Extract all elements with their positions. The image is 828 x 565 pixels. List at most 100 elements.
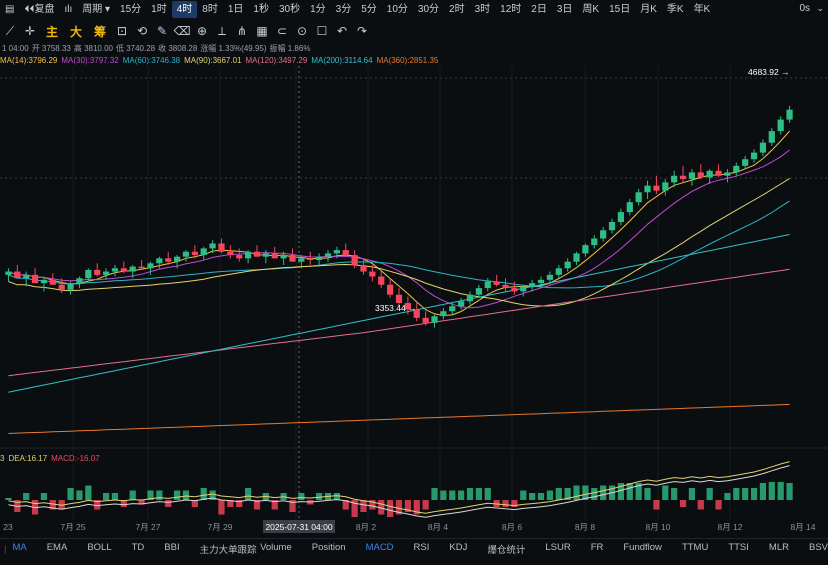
- macd-bar: [742, 488, 749, 500]
- indicator-button-1[interactable]: 大: [64, 23, 88, 40]
- x-tick-label: 8月 6: [502, 522, 523, 532]
- x-tick-label: 2025-07-31 04:00: [265, 522, 332, 532]
- macd-bar: [165, 500, 172, 507]
- macd-bar: [102, 493, 110, 500]
- lock-icon[interactable]: ⊕: [192, 22, 212, 40]
- high-price-annotation: 4683.92 →: [748, 67, 790, 77]
- interval-14[interactable]: 12时: [495, 1, 526, 18]
- candle-body: [236, 255, 243, 259]
- indicator-button-0[interactable]: 主: [40, 23, 64, 40]
- interval-1[interactable]: 1时: [146, 1, 172, 18]
- text-icon[interactable]: ☐: [312, 22, 332, 40]
- candle-body: [715, 170, 722, 176]
- candle-body: [742, 159, 749, 166]
- top-toolbar: ▤ ⏴⏴复盘 ılı 周期 ▾ 15分 1时 4时 8时 1日 1秒 30秒 1分 3分 5分 10…: [0, 0, 828, 19]
- tab-sub-0[interactable]: Volume: [260, 542, 292, 556]
- ma-legend-item: MA(14):3796.29: [0, 55, 58, 65]
- ruler-icon[interactable]: ⟂: [212, 22, 232, 40]
- eraser-icon[interactable]: ⌫: [172, 22, 192, 40]
- period-button[interactable]: 周期 ▾: [77, 1, 115, 18]
- candle-body: [138, 266, 145, 269]
- interval-16[interactable]: 3日: [552, 1, 578, 18]
- interval-3[interactable]: 8时: [197, 1, 223, 18]
- interval-2[interactable]: 4时: [171, 1, 198, 18]
- macd-bar: [475, 488, 482, 500]
- candlestick-series: [5, 105, 793, 328]
- candle-body: [129, 266, 136, 272]
- indicator-icon[interactable]: ⋔: [232, 22, 252, 40]
- fit-icon[interactable]: ⊡: [112, 22, 132, 40]
- macd-bar: [200, 488, 207, 500]
- tab-main-1[interactable]: EMA: [47, 542, 68, 556]
- tab-sub-8[interactable]: Fundflow: [623, 542, 662, 556]
- candle-body: [40, 279, 48, 284]
- menu-icon[interactable]: ▤: [0, 1, 19, 18]
- tab-sub-6[interactable]: LSUR: [545, 542, 570, 556]
- interval-19[interactable]: 月K: [635, 1, 662, 18]
- candle-body: [449, 306, 456, 312]
- interval-13[interactable]: 3时: [470, 1, 496, 18]
- interval-8[interactable]: 3分: [331, 1, 357, 18]
- tab-sub-3[interactable]: RSI: [414, 542, 430, 556]
- candle-body: [271, 253, 278, 259]
- line-tool-icon[interactable]: ⟋: [0, 22, 20, 40]
- tab-main-5[interactable]: 主力大单跟踪: [200, 542, 257, 556]
- magnet-icon[interactable]: ⊂: [272, 22, 292, 40]
- tab-sub-10[interactable]: TTSI: [728, 542, 749, 556]
- macd-bar: [244, 488, 252, 500]
- tab-main-0[interactable]: MA: [12, 542, 26, 556]
- interval-18[interactable]: 15日: [604, 1, 635, 18]
- candle-body: [351, 255, 358, 265]
- ma-line-6: [8, 403, 790, 434]
- interval-7[interactable]: 1分: [305, 1, 331, 18]
- undo-icon[interactable]: ↶: [332, 22, 352, 40]
- interval-15[interactable]: 2日: [526, 1, 552, 18]
- link-icon[interactable]: ⟲: [132, 22, 152, 40]
- interval-5[interactable]: 1秒: [248, 1, 274, 18]
- tab-main-3[interactable]: TD: [132, 542, 145, 556]
- restore-button[interactable]: ⏴⏴复盘: [19, 1, 59, 18]
- candle-body: [182, 251, 190, 257]
- candle-body: [600, 230, 607, 239]
- interval-11[interactable]: 30分: [413, 1, 444, 18]
- tab-sub-5[interactable]: 爆仓统计: [487, 542, 525, 556]
- interval-12[interactable]: 2时: [444, 1, 470, 18]
- tab-sub-7[interactable]: FR: [591, 542, 604, 556]
- redo-icon[interactable]: ↷: [352, 22, 372, 40]
- candle-body: [120, 268, 127, 272]
- template-icon[interactable]: ▦: [252, 22, 272, 40]
- tab-sub-9[interactable]: TTMU: [682, 542, 708, 556]
- interval-0[interactable]: 15分: [115, 1, 146, 18]
- interval-21[interactable]: 年K: [689, 1, 716, 18]
- interval-6[interactable]: 30秒: [274, 1, 305, 18]
- interval-9[interactable]: 5分: [356, 1, 382, 18]
- chart-canvas[interactable]: 23 7月 25 7月 27 7月 29 2025-07-31 04:00 8月 2 8月 …: [0, 0, 828, 565]
- interval-20[interactable]: 季K: [662, 1, 689, 18]
- tab-sub-4[interactable]: KDJ: [449, 542, 467, 556]
- interval-4[interactable]: 1日: [223, 1, 249, 18]
- chevron-down-icon[interactable]: ⌄: [816, 3, 824, 14]
- pin-icon[interactable]: ⊙: [292, 22, 312, 40]
- tab-main-4[interactable]: BBI: [164, 542, 179, 556]
- macd-bar: [679, 500, 687, 507]
- candle-body: [85, 269, 92, 279]
- tab-sub-2[interactable]: MACD: [366, 542, 394, 556]
- tab-sub-1[interactable]: Position: [312, 542, 346, 556]
- candle-body: [76, 278, 83, 284]
- candle-body: [671, 175, 678, 183]
- brush-icon[interactable]: ✎: [152, 22, 172, 40]
- candle-type-button[interactable]: ılı: [59, 1, 77, 18]
- tab-sub-12[interactable]: BSV: [809, 542, 828, 556]
- timer-label: 0s: [799, 3, 810, 14]
- candle-body: [546, 274, 554, 280]
- tab-sub-11[interactable]: MLR: [769, 542, 789, 556]
- macd-value: MACD:-16.07: [51, 453, 100, 463]
- indicator-button-2[interactable]: 筹: [88, 23, 112, 40]
- tab-main-2[interactable]: BOLL: [87, 542, 111, 556]
- x-tick-label: 8月 2: [356, 522, 377, 532]
- interval-17[interactable]: 周K: [577, 1, 604, 18]
- macd-bar: [360, 500, 367, 512]
- crosshair-icon[interactable]: ✛: [20, 22, 40, 40]
- interval-10[interactable]: 10分: [382, 1, 413, 18]
- ohlc-close: 收 3808.28: [158, 43, 198, 53]
